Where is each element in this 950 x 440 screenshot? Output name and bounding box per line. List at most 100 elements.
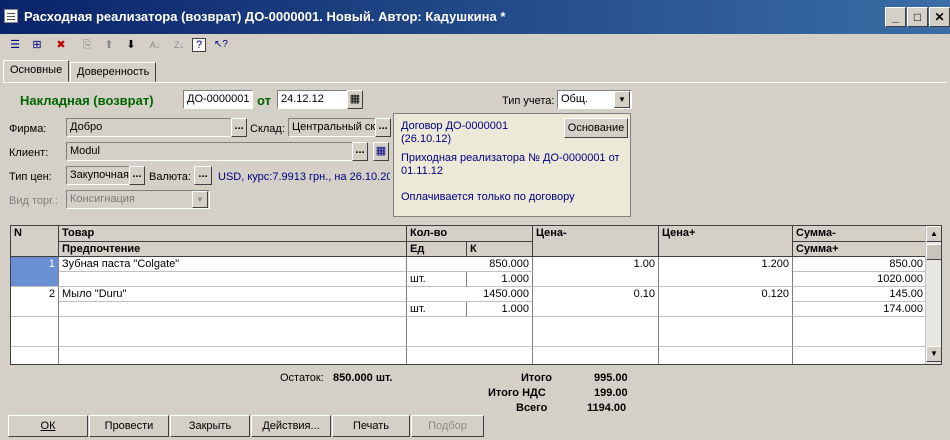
tab-strip: Основные Доверенность <box>0 58 950 82</box>
table-cell-price-minus[interactable]: 0.10 <box>533 287 659 317</box>
tab-main[interactable]: Основные <box>3 60 70 82</box>
maximize-button[interactable]: □ <box>907 7 928 27</box>
table-cell-unit[interactable]: шт. <box>407 302 467 317</box>
table-empty-cell[interactable] <box>659 317 793 347</box>
vat-label: Итого НДС <box>488 387 546 399</box>
sort-desc-icon[interactable]: Z↓ <box>170 36 188 54</box>
price-type-select-button[interactable]: ... <box>129 166 145 185</box>
currency-select-button[interactable]: ... <box>194 166 212 185</box>
items-table[interactable]: N Товар Предпочтение Кол-во Ед К Цена- Ц… <box>10 225 942 365</box>
price-type-label: Тип цен: <box>9 171 52 183</box>
grand-total-label: Всего <box>516 402 548 414</box>
price-type-field[interactable]: Закупочная <box>66 166 130 185</box>
pick-button[interactable]: Подбор <box>411 415 484 437</box>
grand-total-value: 1194.00 <box>587 402 627 414</box>
calendar-icon[interactable]: ▦ <box>347 90 363 109</box>
total-value: 995.00 <box>594 372 628 384</box>
chevron-down-icon: ▼ <box>192 191 208 208</box>
trade-type-label: Вид торг.: <box>9 195 58 207</box>
currency-label: Валюта: <box>149 171 191 183</box>
table-cell-price-plus[interactable]: 0.120 <box>659 287 793 317</box>
print-button[interactable]: Печать <box>332 415 410 437</box>
column-header-n[interactable]: N <box>11 226 59 257</box>
table-cell-product[interactable]: Мыло "Duru" <box>59 287 407 302</box>
trade-type-select: Консигнация <box>66 190 210 209</box>
column-header-unit[interactable]: Ед <box>407 242 467 257</box>
table-cell-preference[interactable] <box>59 272 407 287</box>
table-row-number[interactable]: 1 <box>11 257 59 287</box>
table-empty-cell[interactable] <box>793 347 927 364</box>
client-field[interactable]: Modul <box>66 142 353 161</box>
column-header-sum-minus[interactable]: Сумма- <box>793 226 927 242</box>
down-arrow-icon[interactable]: ⬇ <box>122 36 140 54</box>
table-cell-price-minus[interactable]: 1.00 <box>533 257 659 287</box>
pointer-help-icon[interactable]: ↖? <box>212 36 230 54</box>
column-header-qty[interactable]: Кол-во <box>407 226 533 242</box>
incoming-doc-link[interactable]: Приходная реализатора № ДО-0000001 от 01… <box>401 152 626 178</box>
column-header-k[interactable]: К <box>467 242 533 257</box>
sort-asc-icon[interactable]: A↓ <box>146 36 164 54</box>
table-empty-cell[interactable] <box>11 317 59 347</box>
table-cell-price-plus[interactable]: 1.200 <box>659 257 793 287</box>
ok-button[interactable]: ОК <box>8 415 88 437</box>
column-header-price-plus[interactable]: Цена+ <box>659 226 793 257</box>
table-empty-cell[interactable] <box>793 317 927 347</box>
post-button[interactable]: Провести <box>89 415 169 437</box>
help-icon[interactable]: ? <box>192 38 206 52</box>
table-cell-product[interactable]: Зубная паста "Colgate" <box>59 257 407 272</box>
chevron-down-icon[interactable]: ▼ <box>926 346 941 362</box>
client-select-button[interactable]: ... <box>352 142 368 161</box>
basis-button[interactable]: Основание <box>564 118 628 138</box>
firm-select-button[interactable]: ... <box>231 118 247 137</box>
table-cell-qty[interactable]: 1450.000 <box>407 287 533 302</box>
column-header-product[interactable]: Товар <box>59 226 407 242</box>
total-label: Итого <box>521 372 553 384</box>
scroll-up-icon[interactable]: ▲ <box>926 226 941 242</box>
firm-field[interactable]: Добро <box>66 118 232 137</box>
actions-button[interactable]: Действия... <box>251 415 331 437</box>
vat-value: 199.00 <box>594 387 628 399</box>
table-empty-cell[interactable] <box>533 317 659 347</box>
column-header-preference[interactable]: Предпочтение <box>59 242 407 257</box>
minimize-button[interactable]: _ <box>885 7 906 27</box>
table-cell-sum-minus[interactable]: 850.00 <box>793 257 927 272</box>
scroll-thumb[interactable] <box>926 244 941 260</box>
copy-icon[interactable]: ⊞ <box>28 36 46 54</box>
table-cell-k[interactable]: 1.000 <box>467 272 533 287</box>
warehouse-select-button[interactable]: ... <box>375 118 391 137</box>
close-form-button[interactable]: Закрыть <box>170 415 250 437</box>
table-empty-cell[interactable] <box>59 317 407 347</box>
close-button[interactable]: ✕ <box>929 7 950 27</box>
table-empty-cell[interactable] <box>407 347 533 364</box>
tab-power-of-attorney[interactable]: Доверенность <box>70 62 157 82</box>
table-empty-cell[interactable] <box>533 347 659 364</box>
table-empty-cell[interactable] <box>407 317 533 347</box>
table-row-number[interactable]: 2 <box>11 287 59 317</box>
table-empty-cell[interactable] <box>11 347 59 364</box>
table-cell-sum-minus[interactable]: 145.00 <box>793 287 927 302</box>
document-icon <box>4 9 18 23</box>
column-header-price-minus[interactable]: Цена- <box>533 226 659 257</box>
table-cell-qty[interactable]: 850.000 <box>407 257 533 272</box>
warehouse-field[interactable]: Центральный ск <box>288 118 376 137</box>
new-icon[interactable]: ☰ <box>6 36 24 54</box>
delete-icon[interactable]: ✖ <box>52 36 70 54</box>
print-icon[interactable]: ⎘ <box>78 36 96 54</box>
table-scrollbar[interactable]: ▲ ▼ <box>925 226 941 364</box>
table-cell-sum-plus[interactable]: 1020.000 <box>793 272 927 287</box>
table-cell-sum-plus[interactable]: 174.000 <box>793 302 927 317</box>
table-empty-cell[interactable] <box>59 347 407 364</box>
document-info-panel: Договор ДО-0000001 (26.10.12) Основание … <box>393 113 631 217</box>
contract-link[interactable]: Договор ДО-0000001 (26.10.12) <box>401 120 551 146</box>
chevron-down-icon[interactable]: ▼ <box>614 91 630 108</box>
up-arrow-icon[interactable]: ⬆ <box>100 36 118 54</box>
client-card-icon[interactable]: ▦ <box>373 142 389 161</box>
table-cell-unit[interactable]: шт. <box>407 272 467 287</box>
table-empty-cell[interactable] <box>659 347 793 364</box>
date-field[interactable]: 24.12.12 <box>277 90 347 109</box>
column-header-sum-plus[interactable]: Сумма+ <box>793 242 927 257</box>
firm-label: Фирма: <box>9 123 47 135</box>
table-cell-preference[interactable] <box>59 302 407 317</box>
doc-number-field[interactable]: ДО-0000001 <box>183 90 253 109</box>
table-cell-k[interactable]: 1.000 <box>467 302 533 317</box>
